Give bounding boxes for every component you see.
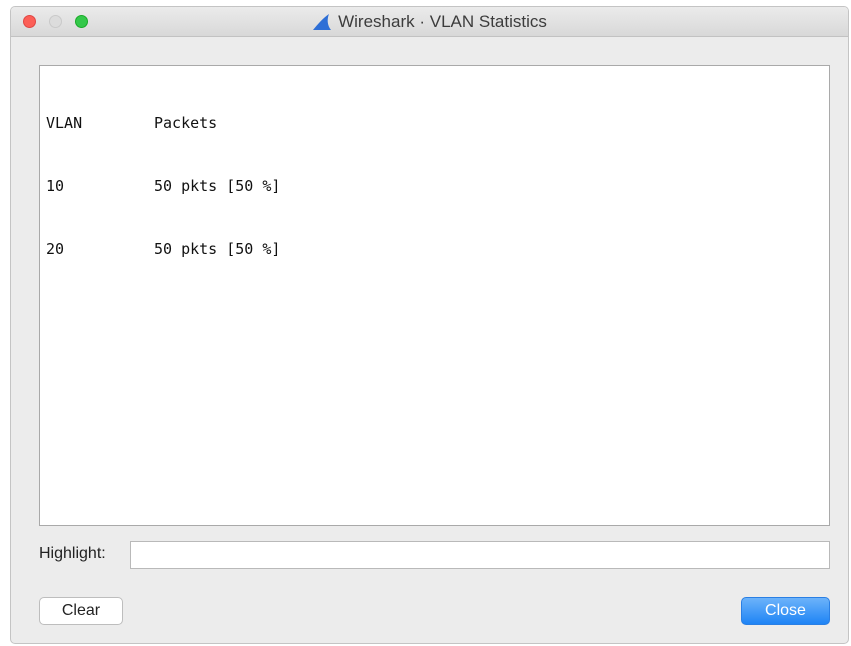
vlan-id: 20 [46, 240, 65, 258]
column-header-packets: Packets [154, 114, 218, 132]
statistics-text-area[interactable]: VLAN Packets 10 50 pkts [50 %] 20 50 pkt… [39, 65, 830, 526]
wireshark-fin-icon [312, 13, 332, 31]
vlan-statistics-window: Wireshark · VLAN Statistics VLAN Packets… [10, 6, 849, 644]
window-title-group: Wireshark · VLAN Statistics [11, 7, 848, 37]
vlan-id: 10 [46, 177, 65, 195]
stats-row: 20 50 pkts [50 %] [46, 239, 823, 260]
highlight-input[interactable] [130, 541, 830, 569]
stats-header-row: VLAN Packets [46, 113, 823, 134]
title-bar[interactable]: Wireshark · VLAN Statistics [11, 7, 848, 37]
highlight-label: Highlight: [39, 545, 106, 562]
clear-button[interactable]: Clear [39, 597, 123, 625]
close-button[interactable]: Close [741, 597, 830, 625]
column-header-vlan: VLAN [46, 114, 83, 132]
stats-row: 10 50 pkts [50 %] [46, 176, 823, 197]
vlan-packets: 50 pkts [50 %] [154, 240, 281, 258]
vlan-packets: 50 pkts [50 %] [154, 177, 281, 195]
window-title: Wireshark · VLAN Statistics [338, 12, 547, 31]
